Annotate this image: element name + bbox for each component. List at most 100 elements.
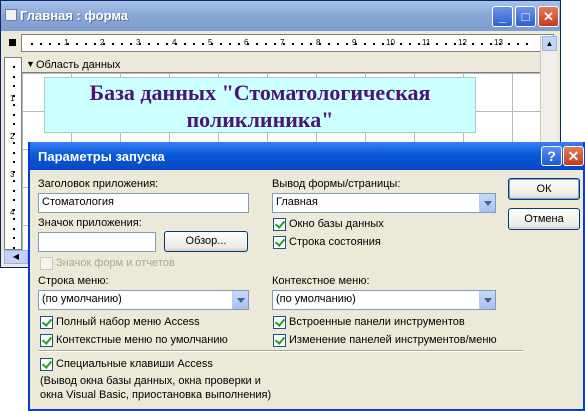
- dialog-title: Параметры запуска: [38, 149, 165, 164]
- form-window-title: Главная : форма: [20, 8, 129, 23]
- dialog-titlebar[interactable]: Параметры запуска ? ✕: [30, 142, 584, 170]
- form-selector[interactable]: [4, 34, 22, 52]
- ruler-tick: [166, 43, 168, 45]
- ruler-tick: [13, 142, 15, 144]
- ruler-tick: [328, 43, 330, 45]
- special-keys-checkbox[interactable]: [40, 358, 53, 371]
- ruler-tick: [337, 43, 339, 45]
- vertical-ruler: 1 2 3 4: [4, 57, 22, 250]
- ok-button[interactable]: ОК: [508, 178, 580, 200]
- separator: [38, 350, 523, 352]
- ruler-tick: [40, 43, 42, 45]
- ruler-tick: [229, 43, 231, 45]
- ruler-tick: [301, 43, 303, 45]
- ruler-tick: [13, 113, 15, 116]
- scroll-up-icon[interactable]: ▲: [542, 36, 557, 51]
- form-page-label: Вывод формы/страницы:: [272, 178, 401, 190]
- ruler-tick: [157, 43, 159, 45]
- ruler-tick: [13, 208, 15, 211]
- ruler-tick: [13, 66, 15, 68]
- toolbar-changes-checkbox[interactable]: [273, 334, 286, 347]
- ruler-tick: [490, 43, 492, 45]
- full-menus-checkbox[interactable]: [40, 316, 53, 329]
- ruler-tick: [436, 43, 438, 45]
- ruler-tick: [508, 43, 510, 45]
- ruler-tick: [193, 43, 195, 45]
- ruler-tick: [13, 104, 15, 106]
- ruler-tick: [409, 43, 411, 45]
- ruler-tick: [13, 227, 15, 230]
- status-bar-checkbox[interactable]: [273, 236, 286, 249]
- context-menu-label: Контекстное меню:: [272, 275, 370, 287]
- ruler-tick: [139, 43, 141, 45]
- ruler-tick: [130, 43, 132, 45]
- builtin-toolbars-checkbox[interactable]: [273, 316, 286, 329]
- section-arrow-icon: ▼: [26, 59, 35, 69]
- ruler-tick: [499, 43, 501, 45]
- close-button[interactable]: ✕: [538, 6, 559, 27]
- special-keys-label: Специальные клавиши Access: [56, 358, 213, 370]
- ruler-tick: [202, 43, 204, 45]
- ruler-tick: [13, 132, 15, 135]
- startup-dialog: Параметры запуска ? ✕ Заголовок приложен…: [28, 142, 585, 411]
- ruler-tick: [13, 94, 15, 97]
- detail-section-header[interactable]: ▼ Область данных: [22, 57, 555, 73]
- ruler-tick: [31, 43, 33, 45]
- db-window-checkbox[interactable]: [273, 218, 286, 231]
- context-menu-select[interactable]: (по умолчанию): [272, 290, 496, 310]
- app-icon-input[interactable]: [38, 232, 156, 252]
- ruler-tick: [103, 43, 105, 45]
- ruler-tick: [517, 43, 519, 45]
- ruler-tick: [418, 43, 420, 45]
- ruler-tick: [391, 43, 393, 45]
- forms-icon-checkbox: [40, 257, 53, 270]
- form-page-select[interactable]: Главная: [272, 193, 496, 213]
- form-window-titlebar[interactable]: Главная : форма _ □ ✕: [1, 1, 560, 31]
- ruler-tick: [463, 43, 465, 45]
- ruler-tick: [13, 85, 15, 87]
- app-icon-label: Значок приложения:: [38, 217, 142, 229]
- full-menus-label: Полный набор меню Access: [56, 316, 200, 328]
- ruler-tick: [274, 43, 276, 45]
- special-keys-note: (Вывод окна базы данных, окна проверки и: [40, 375, 261, 387]
- chevron-down-icon[interactable]: [479, 194, 495, 212]
- ruler-tick: [238, 43, 240, 45]
- ruler-tick: [382, 43, 384, 45]
- form-title-label[interactable]: База данных "Стоматологическая поликлини…: [44, 77, 476, 133]
- chevron-down-icon[interactable]: [232, 291, 248, 309]
- form-page-value: Главная: [276, 196, 318, 208]
- section-label: Область данных: [36, 59, 121, 71]
- browse-button[interactable]: Обзор...: [164, 231, 248, 252]
- ruler-tick: [481, 43, 483, 45]
- maximize-button[interactable]: □: [515, 6, 536, 27]
- dialog-close-button[interactable]: ✕: [563, 146, 584, 166]
- ruler-tick: [76, 43, 78, 45]
- ruler-tick: [445, 43, 447, 45]
- minimize-button[interactable]: _: [492, 6, 513, 27]
- ruler-tick: [427, 43, 429, 45]
- default-context-checkbox[interactable]: [40, 334, 53, 347]
- horizontal-ruler: 1 2 3 4 5 6 7 8 9 10 11 12 13: [4, 34, 554, 52]
- scroll-left-icon[interactable]: ◀: [4, 250, 28, 264]
- ruler-tick: [256, 43, 258, 45]
- ruler-tick: [13, 75, 15, 78]
- menu-bar-value: (по умолчанию): [42, 293, 122, 305]
- ruler-tick: [121, 43, 123, 45]
- chevron-down-icon[interactable]: [479, 291, 495, 309]
- db-window-label: Окно базы данных: [289, 218, 384, 230]
- ruler-tick: [13, 180, 15, 182]
- app-title-input[interactable]: Стоматология: [38, 193, 249, 213]
- ruler-tick: [49, 43, 51, 45]
- ruler-tick: [58, 43, 60, 45]
- menu-bar-select[interactable]: (по умолчанию): [38, 290, 249, 310]
- ruler-tick: [319, 43, 321, 45]
- default-context-label: Контекстные меню по умолчанию: [56, 334, 228, 346]
- ruler-tick: [526, 43, 528, 45]
- cancel-button[interactable]: Отмена: [508, 208, 580, 230]
- form-icon: [5, 9, 17, 21]
- help-button[interactable]: ?: [541, 146, 562, 166]
- ruler-tick: [400, 43, 402, 45]
- ruler-tick: [67, 43, 69, 45]
- ruler-tick: [283, 43, 285, 45]
- menu-bar-label: Строка меню:: [38, 275, 109, 287]
